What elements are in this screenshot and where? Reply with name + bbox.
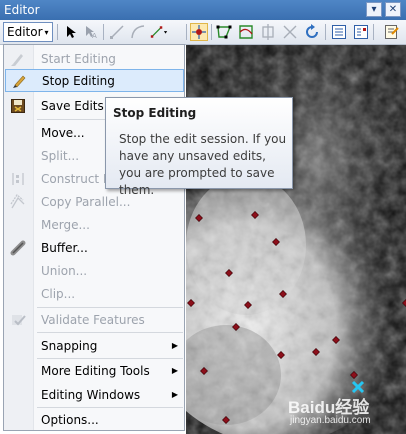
menu-item-validate-features[interactable]: Validate Features [5,308,184,331]
sketch-properties-icon[interactable] [352,23,370,41]
edit-annotation-tool-icon[interactable]: A [82,23,100,41]
toolbar-separator [186,24,187,40]
save-edits-icon [9,97,27,115]
close-icon[interactable]: ✕ [385,2,401,17]
toolbar-separator [325,24,326,40]
attributes-icon[interactable] [330,23,348,41]
dropdown-icon[interactable]: ▾ [366,2,382,17]
menu-separator [37,332,183,333]
menu-item-options[interactable]: Options... [5,408,184,431]
menu-item-merge[interactable]: Merge... [5,213,184,236]
stop-editing-tooltip: Stop Editing Stop the edit session. If y… [105,97,293,197]
menu-item-label: Stop Editing [42,73,115,88]
menu-item-editing-windows[interactable]: Editing Windows ▶ [5,383,184,406]
menu-item-more-editing-tools[interactable]: More Editing Tools ▶ [5,359,184,382]
menu-item-label: Copy Parallel... [41,194,131,209]
editor-toolbar: Editor ▾ A [0,20,406,45]
submenu-arrow-icon: ▶ [171,366,178,375]
menu-item-label: Save Edits [41,98,104,113]
menu-item-label: Start Editing [41,51,116,66]
split-tool-icon[interactable] [281,23,299,41]
menu-item-union[interactable]: Union... [5,259,184,282]
menu-item-start-editing[interactable]: Start Editing [5,47,184,70]
svg-text:A: A [92,32,97,39]
menu-item-label: Buffer... [41,240,88,255]
buffer-icon [9,239,27,257]
window-title: Editor [4,3,40,17]
toolbar-separator [211,24,212,40]
menu-item-label: Validate Features [41,312,145,327]
edit-tool-icon[interactable] [62,23,80,41]
menu-item-label: Snapping [41,338,98,353]
tooltip-body: Stop the edit session. If you have any u… [119,132,287,197]
menu-item-label: Options... [41,412,99,427]
menu-item-stop-editing[interactable]: Stop Editing [5,69,184,92]
menu-item-snapping[interactable]: Snapping ▶ [5,334,184,357]
editor-menu-label: Editor [7,25,43,39]
menu-item-label: More Editing Tools [41,363,150,378]
straight-segment-icon[interactable] [108,23,126,41]
start-editing-icon [9,50,27,68]
menu-item-label: Union... [41,263,88,278]
menu-item-label: Move... [41,125,85,140]
rotate-tool-icon[interactable] [303,23,321,41]
tooltip-title: Stop Editing [113,106,197,120]
toolbar-separator [373,24,374,40]
trace-icon[interactable] [150,23,168,41]
editor-window: Editor ▾ ✕ Editor ▾ A Start Editing Stop… [0,0,406,434]
menu-item-label: Split... [41,148,80,163]
menu-item-buffer[interactable]: Buffer... [5,236,184,259]
menu-item-clip[interactable]: Clip... [5,282,184,305]
menu-item-label: Merge... [41,217,90,232]
title-bar[interactable]: Editor ▾ ✕ [0,0,406,20]
create-features-icon[interactable] [382,23,400,41]
edit-vertices-icon[interactable] [215,23,233,41]
chevron-down-icon: ▾ [44,27,49,37]
menu-item-label: Clip... [41,286,76,301]
submenu-arrow-icon: ▶ [171,390,178,399]
submenu-arrow-icon: ▶ [171,341,178,350]
stop-editing-icon [10,72,28,90]
end-point-arc-icon[interactable] [129,23,147,41]
reshape-feature-icon[interactable] [237,23,255,41]
toolbar-separator [57,24,58,40]
point-tool-icon[interactable] [190,23,208,41]
menu-item-label: Editing Windows [41,387,141,402]
menu-item-label: Construct P [41,171,111,186]
watermark: Baidu经验 jingyan.baidu.com [286,393,404,429]
editor-menu-button[interactable]: Editor ▾ [3,22,53,42]
watermark-url: jingyan.baidu.com [290,415,371,426]
cut-polygons-icon[interactable] [259,23,277,41]
toolbar-separator [103,24,104,40]
copy-parallel-icon [9,193,27,211]
validate-features-icon [9,311,27,329]
construct-points-icon [9,170,27,188]
